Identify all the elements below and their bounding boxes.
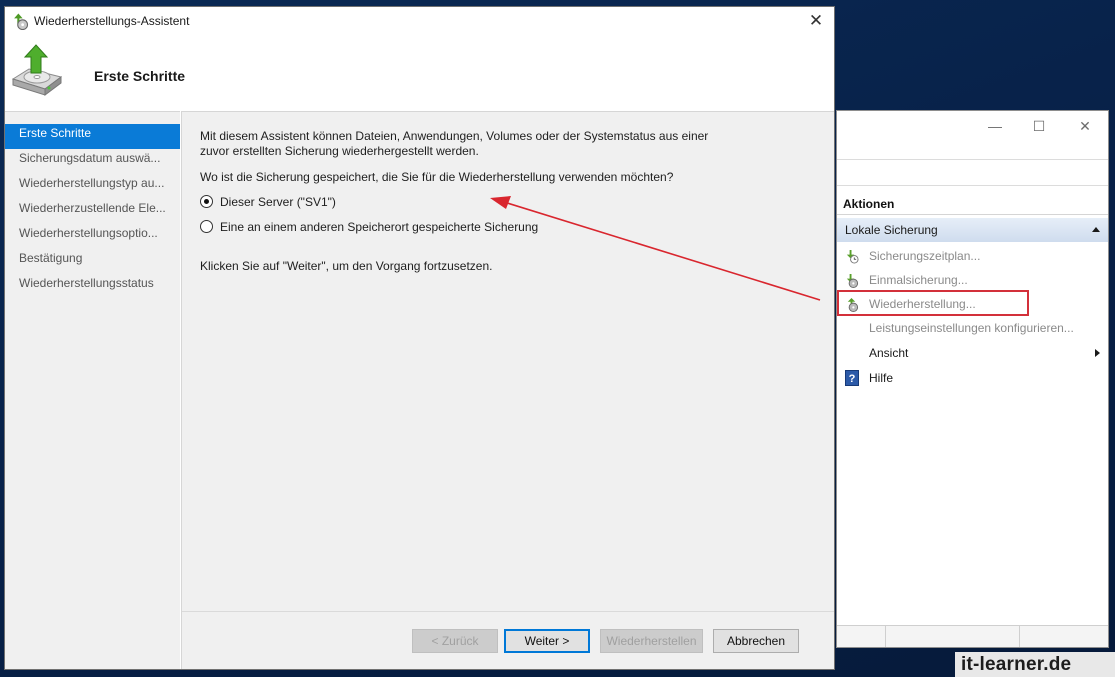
nav-step-sicherungsdatum[interactable]: Sicherungsdatum auswä...: [5, 149, 180, 174]
option-label[interactable]: Eine an einem anderen Speicherort gespei…: [220, 218, 538, 236]
annotation-highlight-box: [837, 290, 1029, 316]
wizard-title: Wiederherstellungs-Assistent: [34, 14, 190, 28]
continue-hint: Klicken Sie auf "Weiter", um den Vorgang…: [200, 259, 493, 273]
next-button[interactable]: Weiter >: [504, 629, 590, 653]
action-help[interactable]: ? Hilfe: [837, 366, 1108, 390]
wizard-close-button[interactable]: ✕: [804, 10, 828, 32]
nav-step-wiederherstellungstyp[interactable]: Wiederherstellungstyp au...: [5, 174, 180, 199]
intro-text: Mit diesem Assistent können Dateien, Anw…: [200, 129, 760, 158]
wizard-header: Erste Schritte: [5, 35, 834, 111]
wizard-button-bar: < Zurück Weiter > Wiederherstellen Abbre…: [182, 611, 834, 669]
restore-wizard-dialog: Wiederherstellungs-Assistent ✕ Erste Sch…: [4, 6, 835, 670]
action-label: Einmalsicherung...: [869, 273, 968, 287]
recovery-drive-icon: [11, 44, 63, 96]
intro-line: zuvor erstellten Sicherung wiederhergest…: [200, 143, 479, 158]
windows-server-backup-window: — ☐ ✕ Aktionen Lokale Sicherung Sicherun…: [836, 110, 1109, 648]
background-close-button[interactable]: ✕: [1075, 117, 1095, 135]
action-performance-settings[interactable]: Leistungseinstellungen konfigurieren...: [837, 316, 1108, 340]
help-icon: ?: [845, 370, 859, 386]
radio-this-server[interactable]: [200, 195, 213, 208]
back-button[interactable]: < Zurück: [412, 629, 498, 653]
cancel-button[interactable]: Abbrechen: [713, 629, 799, 653]
action-recover[interactable]: Wiederherstellung...: [837, 290, 1108, 316]
group-label: Lokale Sicherung: [845, 223, 938, 237]
action-backup-once[interactable]: Einmalsicherung...: [837, 268, 1108, 292]
actions-header: Aktionen: [837, 193, 1108, 215]
toolbar-strip: [837, 159, 1108, 186]
recover-icon: [847, 297, 859, 312]
nav-step-wiederherstellungsoptionen[interactable]: Wiederherstellungsoptio...: [5, 224, 180, 249]
background-titlebar: — ☐ ✕: [837, 111, 1108, 141]
backup-schedule-icon: [846, 249, 859, 264]
nav-step-bestaetigung[interactable]: Bestätigung: [5, 249, 180, 274]
action-label: Sicherungszeitplan...: [869, 249, 981, 263]
group-header-lokale-sicherung[interactable]: Lokale Sicherung: [837, 218, 1108, 242]
action-label: Ansicht: [869, 346, 909, 360]
option-label[interactable]: Dieser Server ("SV1"): [220, 193, 336, 211]
minimize-button[interactable]: —: [985, 117, 1005, 135]
restore-button[interactable]: Wiederherstellen: [600, 629, 703, 653]
status-bar: [837, 625, 1108, 647]
watermark: it-learner.de: [955, 652, 1115, 677]
collapse-caret-icon[interactable]: [1092, 227, 1100, 232]
action-backup-schedule[interactable]: Sicherungszeitplan...: [837, 244, 1108, 268]
wizard-content: Mit diesem Assistent können Dateien, Anw…: [181, 111, 834, 669]
actions-pane: Aktionen Lokale Sicherung Sicherungszeit…: [837, 193, 1108, 621]
status-separator: [885, 626, 886, 647]
nav-step-wiederherstellungsstatus[interactable]: Wiederherstellungsstatus: [5, 274, 180, 299]
action-label: Hilfe: [869, 371, 894, 385]
wizard-steps-nav: Erste Schritte Sicherungsdatum auswä... …: [5, 111, 180, 669]
wizard-titlebar: Wiederherstellungs-Assistent ✕: [5, 7, 834, 35]
action-label: Leistungseinstellungen konfigurieren...: [869, 321, 1074, 335]
page-title: Erste Schritte: [94, 68, 186, 84]
intro-line: Mit diesem Assistent können Dateien, Anw…: [200, 129, 709, 143]
maximize-button[interactable]: ☐: [1029, 117, 1049, 135]
backup-once-icon: [846, 273, 859, 288]
wizard-app-icon: [14, 13, 29, 30]
nav-step-erste-schritte[interactable]: Erste Schritte: [5, 124, 180, 149]
action-view[interactable]: Ansicht: [837, 341, 1108, 365]
status-separator: [1019, 626, 1020, 647]
submenu-arrow-icon: [1095, 349, 1100, 357]
location-question: Wo ist die Sicherung gespeichert, die Si…: [200, 170, 674, 184]
radio-other-location[interactable]: [200, 220, 213, 233]
nav-step-wiederherzustellende-elemente[interactable]: Wiederherzustellende Ele...: [5, 199, 180, 224]
